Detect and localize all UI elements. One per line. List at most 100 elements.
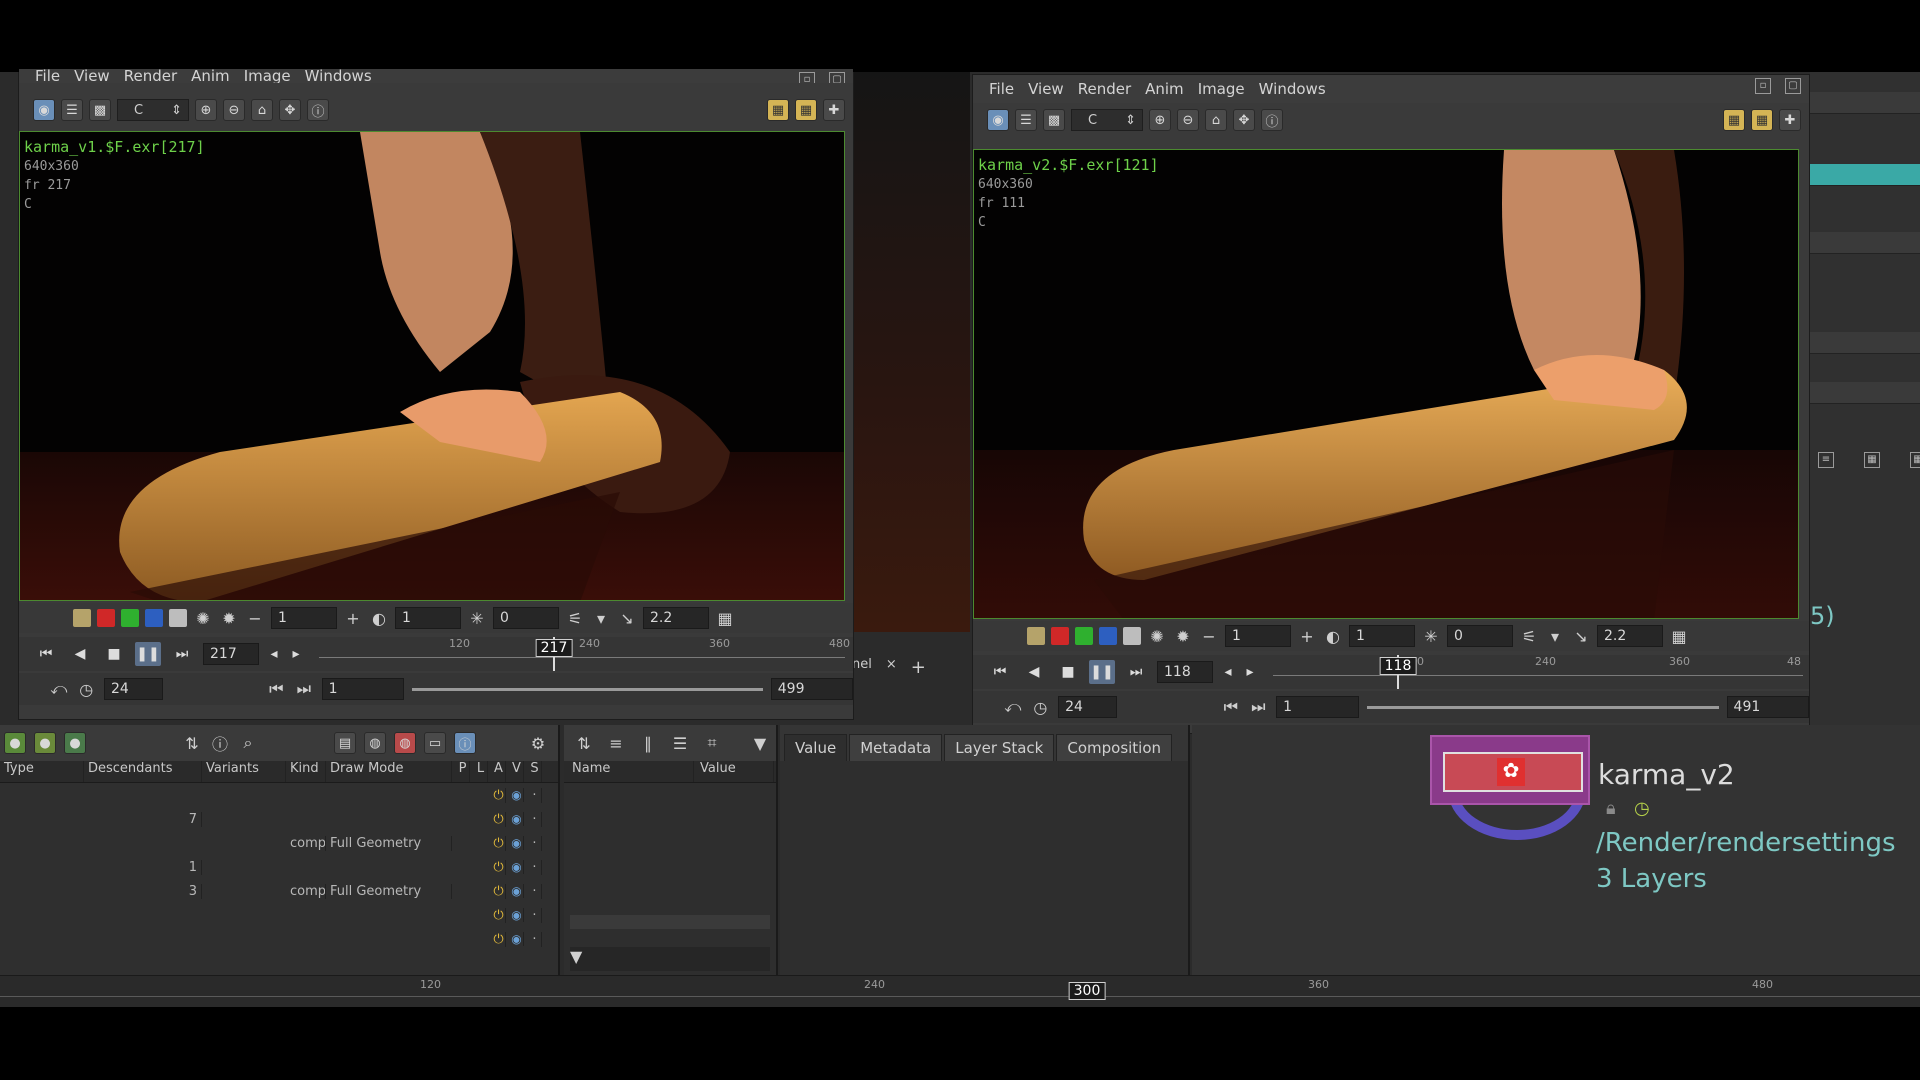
fps-field[interactable]: 24 xyxy=(104,678,163,700)
col-variants[interactable]: Variants xyxy=(202,761,286,782)
menu-anim[interactable]: Anim xyxy=(1145,80,1184,98)
info-toggle-icon[interactable]: ⓘ xyxy=(454,732,476,754)
zoom-in-icon[interactable]: ⊕ xyxy=(1149,109,1171,131)
clock-icon[interactable]: ◷ xyxy=(1634,798,1650,819)
tab-composition[interactable]: Composition xyxy=(1056,734,1173,761)
jump-end-icon[interactable]: ⏭ xyxy=(1123,660,1149,684)
step-back-icon[interactable]: ◂ xyxy=(267,642,281,666)
selectable-dot-icon[interactable]: · xyxy=(524,811,542,827)
filter-icon[interactable]: ▼ xyxy=(750,734,770,753)
channel-select[interactable]: C ⇕ xyxy=(117,99,189,121)
menu-file[interactable]: File xyxy=(989,80,1014,98)
gamma-field[interactable]: 2.2 xyxy=(1597,625,1663,647)
selectable-dot-icon[interactable]: · xyxy=(524,835,542,851)
visibility-eye-icon[interactable]: ◉ xyxy=(506,932,524,946)
list-icon[interactable]: ≡ xyxy=(1818,452,1834,468)
light-icon[interactable]: ◍ xyxy=(394,732,416,754)
panel-row[interactable] xyxy=(1810,232,1920,254)
range-end-icon[interactable]: ⏭ xyxy=(294,679,314,699)
columns-icon[interactable]: ∥ xyxy=(638,734,658,753)
visibility-eye-icon[interactable]: ◉ xyxy=(506,884,524,898)
realtime-clock-icon[interactable]: ◷ xyxy=(77,680,97,699)
range-end-icon[interactable]: ⏭ xyxy=(1249,697,1269,717)
rgb-icon[interactable] xyxy=(73,609,91,627)
step-forward-icon[interactable]: ▸ xyxy=(1243,660,1257,684)
blue-channel-button[interactable] xyxy=(145,609,163,627)
dropdown-icon[interactable]: ▾ xyxy=(591,609,611,628)
col-name[interactable]: Name xyxy=(564,761,694,782)
realtime-clock-icon[interactable]: ◷ xyxy=(1031,698,1051,717)
range-slider[interactable] xyxy=(411,679,763,699)
render-image-v1[interactable]: karma_v1.$F.exr[217] 640x360 fr 217 C xyxy=(19,131,845,601)
offset-field[interactable]: 0 xyxy=(493,607,559,629)
menu-windows[interactable]: Windows xyxy=(1259,80,1326,98)
table-row[interactable]: ⏻ ◉ · xyxy=(0,927,558,951)
table-row[interactable]: 1 ⏻ ◉ · xyxy=(0,855,558,879)
dropdown-icon[interactable]: ▾ xyxy=(1545,627,1565,646)
maximize-icon[interactable]: ▫ xyxy=(799,72,815,83)
col-p[interactable]: P xyxy=(452,761,470,782)
offset-field[interactable]: 0 xyxy=(1447,625,1513,647)
active-power-icon[interactable]: ⏻ xyxy=(488,883,506,899)
collection-icon[interactable]: ● xyxy=(34,732,56,754)
decrement-icon[interactable]: − xyxy=(245,609,265,628)
current-frame-field[interactable]: 217 xyxy=(203,643,259,665)
stop-icon[interactable]: ■ xyxy=(101,642,127,666)
col-s[interactable]: S xyxy=(524,761,542,782)
menu-render[interactable]: Render xyxy=(1078,80,1131,98)
step-back-icon[interactable]: ◂ xyxy=(1221,660,1235,684)
display-grid-icon[interactable]: ▦ xyxy=(1669,627,1689,646)
increment-icon[interactable]: + xyxy=(343,609,363,628)
col-type[interactable]: Type xyxy=(0,761,84,782)
range-start-field[interactable]: 1 xyxy=(1276,696,1359,718)
layout-grid-icon[interactable]: ▦ xyxy=(1751,109,1773,131)
add-primitive-icon[interactable]: ● xyxy=(4,732,26,754)
tab-value[interactable]: Value xyxy=(784,734,848,761)
panel-row[interactable] xyxy=(1810,92,1920,114)
col-value[interactable]: Value xyxy=(694,761,774,782)
active-power-icon[interactable]: ⏻ xyxy=(488,811,506,827)
compare-icon[interactable]: ☰ xyxy=(1015,109,1037,131)
panel-row-selected[interactable] xyxy=(1810,164,1920,186)
info-icon[interactable]: ⓘ xyxy=(210,731,230,755)
cell-draw-mode[interactable]: Full Geometry xyxy=(326,835,452,851)
active-power-icon[interactable]: ⏻ xyxy=(488,835,506,851)
table-row[interactable]: ⏻ ◉ · xyxy=(0,903,558,927)
exposure-field[interactable]: 1 xyxy=(1225,625,1291,647)
gamma-input-field[interactable]: 1 xyxy=(1349,625,1415,647)
display-options-icon[interactable]: ▩ xyxy=(1043,109,1065,131)
menu-file[interactable]: File xyxy=(35,69,60,83)
display-mode-icon[interactable]: ◉ xyxy=(33,99,55,121)
alpha-channel-button[interactable] xyxy=(169,609,187,627)
layout-grid-icon[interactable]: ▦ xyxy=(795,99,817,121)
active-power-icon[interactable]: ⏻ xyxy=(488,907,506,923)
range-start-icon[interactable]: ⏮ xyxy=(1221,697,1241,717)
jump-start-icon[interactable]: ⏮ xyxy=(33,642,59,666)
active-power-icon[interactable]: ⏻ xyxy=(488,859,506,875)
selectable-dot-icon[interactable]: · xyxy=(524,907,542,923)
lut-icon[interactable]: ⚟ xyxy=(1519,627,1539,646)
display-options-icon[interactable]: ▩ xyxy=(89,99,111,121)
settings-gear-icon[interactable]: ✹ xyxy=(219,609,239,628)
exposure-field[interactable]: 1 xyxy=(271,607,337,629)
display-mode-icon[interactable]: ◉ xyxy=(987,109,1009,131)
maximize-icon[interactable]: ▫ xyxy=(1755,78,1771,94)
current-frame-field[interactable]: 118 xyxy=(1157,661,1213,683)
red-channel-button[interactable] xyxy=(1051,627,1069,645)
play-reverse-icon[interactable]: ◀ xyxy=(67,642,93,666)
col-draw-mode[interactable]: Draw Mode xyxy=(326,761,452,782)
menu-render[interactable]: Render xyxy=(124,69,177,83)
gamma-field[interactable]: 2.2 xyxy=(643,607,709,629)
table-row[interactable]: ⏻ ◉ · xyxy=(0,783,558,807)
display-grid-icon[interactable]: ▦ xyxy=(715,609,735,628)
play-reverse-icon[interactable]: ◀ xyxy=(1021,660,1047,684)
float-window-icon[interactable]: ▢ xyxy=(1785,78,1801,94)
visibility-eye-icon[interactable]: ◉ xyxy=(506,908,524,922)
home-icon[interactable]: ⌂ xyxy=(251,99,273,121)
details-scrollbar[interactable] xyxy=(570,915,770,929)
tab-layer-stack[interactable]: Layer Stack xyxy=(944,734,1055,761)
menu-anim[interactable]: Anim xyxy=(191,69,230,83)
visibility-eye-icon[interactable]: ◉ xyxy=(506,860,524,874)
list-icon[interactable]: ≡ xyxy=(606,734,626,753)
panel-tab-label[interactable]: nel xyxy=(852,657,872,678)
